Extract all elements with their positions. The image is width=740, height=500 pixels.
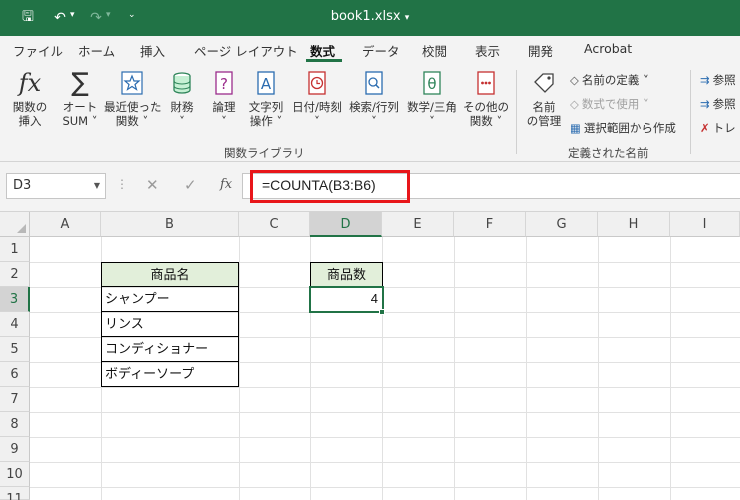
create-from-selection-button[interactable]: ▦ 選択範囲から作成 <box>570 120 676 136</box>
insert-function-button[interactable]: fx 関数の 挿入 <box>8 68 52 128</box>
cell-d2[interactable]: 商品数 <box>310 262 383 287</box>
cancel-icon[interactable]: ✕ <box>146 176 159 194</box>
ribbon-separator <box>690 70 691 154</box>
trace-dependents-button[interactable]: ⇉ 参照 <box>700 96 736 112</box>
column-header-d[interactable]: D <box>310 212 382 237</box>
row-header-2[interactable]: 2 <box>0 262 30 287</box>
cell-b3[interactable]: シャンプー <box>101 287 239 312</box>
select-all-button[interactable] <box>0 212 30 237</box>
tab-acrobat[interactable]: Acrobat <box>584 41 632 56</box>
svg-text:A: A <box>261 75 272 93</box>
fx-icon: fx <box>18 69 42 97</box>
cell-b4[interactable]: リンス <box>101 312 239 337</box>
grid-select-icon: ▦ <box>570 121 581 135</box>
cell-b6[interactable]: ボディーソープ <box>101 362 239 387</box>
cell-b2[interactable]: 商品名 <box>101 262 239 287</box>
text-a-icon: A <box>252 68 280 98</box>
column-header-e[interactable]: E <box>382 212 454 237</box>
tag-icon <box>530 68 558 98</box>
column-header-g[interactable]: G <box>526 212 598 237</box>
ribbon-separator <box>516 70 517 154</box>
row-header-11[interactable]: 11 <box>0 487 30 500</box>
row-header-9[interactable]: 9 <box>0 437 30 462</box>
active-tab-indicator <box>306 59 342 62</box>
column-header-b[interactable]: B <box>101 212 239 237</box>
svg-text:θ: θ <box>427 75 436 93</box>
worksheet-grid: A B C D E F G H I 1 2 3 4 5 6 7 8 9 10 1… <box>0 212 740 500</box>
fill-handle[interactable] <box>379 309 385 315</box>
math-trig-button[interactable]: θ 数学/三角 ˅ <box>404 68 460 128</box>
tab-view[interactable]: 表示 <box>475 41 500 60</box>
row-header-7[interactable]: 7 <box>0 387 30 412</box>
tab-formulas[interactable]: 数式 <box>310 41 335 60</box>
more-functions-button[interactable]: その他の 関数 ˅ <box>462 68 510 128</box>
remove-arrows-button[interactable]: ✗ トレ <box>700 120 736 136</box>
row-header-3[interactable]: 3 <box>0 287 30 312</box>
sigma-icon: ∑ <box>71 68 89 98</box>
use-in-formula-button: ◇ 数式で使用 ˅ <box>570 97 649 111</box>
tab-home[interactable]: ホーム <box>78 41 115 60</box>
row-header-8[interactable]: 8 <box>0 412 30 437</box>
cell-b5[interactable]: コンディショナー <box>101 337 239 362</box>
magnifier-book-icon <box>360 68 388 98</box>
logical-button[interactable]: ? 論理 ˅ <box>206 68 242 128</box>
text-functions-button[interactable]: A 文字列 操作 ˅ <box>244 68 288 128</box>
column-header-a[interactable]: A <box>30 212 101 237</box>
define-name-button[interactable]: ◇ 名前の定義 ˅ <box>570 72 649 88</box>
group-label-function-library: 関数ライブラリ <box>224 146 305 160</box>
more-dots-icon <box>472 68 500 98</box>
tab-developer[interactable]: 開発 <box>528 41 553 60</box>
theta-icon: θ <box>418 68 446 98</box>
question-book-icon: ? <box>210 68 238 98</box>
autosum-button[interactable]: ∑ オート SUM ˅ <box>58 68 102 128</box>
tab-insert[interactable]: 挿入 <box>140 41 165 60</box>
formula-label-icon: ◇ <box>570 97 579 111</box>
tab-file[interactable]: ファイル <box>13 41 63 60</box>
coins-icon <box>168 68 196 98</box>
insert-function-fx-icon[interactable]: fx <box>220 177 232 192</box>
name-box[interactable]: D3 ▼ <box>6 173 106 199</box>
clock-icon <box>303 68 331 98</box>
ribbon: fx 関数の 挿入 ∑ オート SUM ˅ 最近使った 関数 ˅ 財務 ˅ ? … <box>0 64 740 162</box>
title-caret-icon[interactable]: ▾ <box>405 13 410 23</box>
enter-icon[interactable]: ✓ <box>184 176 197 194</box>
formula-highlight-box <box>250 170 410 203</box>
tab-review[interactable]: 校閲 <box>422 41 447 60</box>
tab-data[interactable]: データ <box>362 41 400 60</box>
window-title: book1.xlsx ▾ <box>330 9 410 24</box>
column-header-f[interactable]: F <box>454 212 526 237</box>
column-header-h[interactable]: H <box>598 212 670 237</box>
name-box-dropdown-icon[interactable]: ▼ <box>94 181 100 190</box>
row-header-10[interactable]: 10 <box>0 462 30 487</box>
trace-precedents-icon: ⇉ <box>700 73 710 87</box>
trace-precedents-button[interactable]: ⇉ 参照 <box>700 72 736 88</box>
ribbon-tabs: ファイル ホーム 挿入 ページ レイアウト 数式 データ 校閲 表示 開発 Ac… <box>0 36 740 64</box>
column-header-i[interactable]: I <box>670 212 740 237</box>
label-icon: ◇ <box>570 73 579 87</box>
column-header-c[interactable]: C <box>239 212 310 237</box>
row-header-1[interactable]: 1 <box>0 237 30 262</box>
tab-page-layout[interactable]: ページ レイアウト <box>194 41 298 60</box>
group-label-defined-names: 定義された名前 <box>568 146 649 160</box>
row-header-4[interactable]: 4 <box>0 312 30 337</box>
row-header-6[interactable]: 6 <box>0 362 30 387</box>
active-cell-selection <box>309 286 384 313</box>
trace-dependents-icon: ⇉ <box>700 97 710 111</box>
remove-arrows-icon: ✗ <box>700 121 710 135</box>
recently-used-button[interactable]: 最近使った 関数 ˅ <box>104 68 162 128</box>
star-icon <box>118 68 146 98</box>
financial-button[interactable]: 財務 ˅ <box>164 68 200 128</box>
date-time-button[interactable]: 日付/時刻 ˅ <box>290 68 344 128</box>
svg-text:?: ? <box>220 75 228 93</box>
name-manager-button[interactable]: 名前 の管理 <box>522 68 566 128</box>
formula-bar-grip-icon: ⋮ <box>116 177 128 191</box>
row-header-5[interactable]: 5 <box>0 337 30 362</box>
title-bar: 🖫 ↶ ▾ ↷ ▾ ⌄ book1.xlsx ▾ <box>0 0 740 36</box>
lookup-reference-button[interactable]: 検索/行列 ˅ <box>346 68 402 128</box>
